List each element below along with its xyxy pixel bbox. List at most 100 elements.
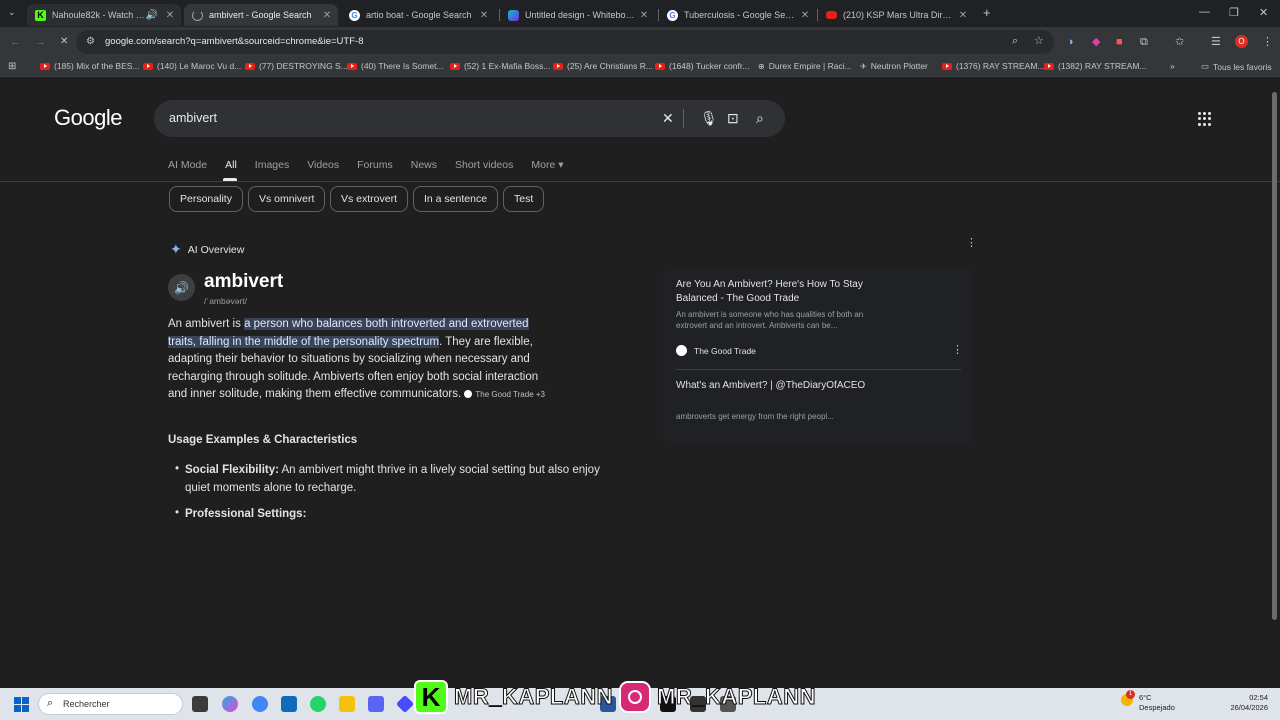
bookmark-item[interactable]: (40) There Is Somet... bbox=[347, 61, 444, 71]
scrollbar-thumb[interactable] bbox=[1272, 92, 1277, 620]
window-close-icon[interactable]: ✕ bbox=[1259, 6, 1268, 19]
new-tab-button[interactable]: + bbox=[983, 5, 991, 20]
bookmark-item[interactable]: (25) Are Christians R... bbox=[553, 61, 653, 71]
tab-artio-boat[interactable]: G artio boat - Google Search ✕ bbox=[341, 4, 495, 26]
close-tab-icon[interactable]: ✕ bbox=[163, 10, 177, 21]
zoom-icon[interactable]: ⌕ bbox=[1012, 34, 1018, 48]
tab-images[interactable]: Images bbox=[255, 159, 289, 171]
source-link[interactable]: The Good Trade +3 bbox=[464, 390, 545, 399]
source-title-link[interactable]: Are You An Ambivert? Here's How To Stay … bbox=[676, 278, 896, 306]
chrome-icon[interactable] bbox=[252, 696, 268, 712]
bookmark-item[interactable]: ⊕ Durex Empire | Raci... bbox=[758, 61, 852, 71]
google-icon: G bbox=[349, 9, 360, 21]
chip-test[interactable]: Test bbox=[503, 186, 545, 212]
tab-news[interactable]: News bbox=[411, 159, 437, 171]
task-view-icon[interactable] bbox=[192, 696, 208, 712]
media-control-icon[interactable]: ☰ bbox=[1211, 35, 1221, 49]
bullet-social-flexibility: Social Flexibility: An ambivert might th… bbox=[185, 464, 600, 494]
speaker-icon[interactable]: 🔊 bbox=[145, 10, 159, 21]
extension-icon[interactable]: ◆ bbox=[1092, 35, 1100, 49]
chip-personality[interactable]: Personality bbox=[169, 186, 243, 212]
google-logo[interactable]: Google bbox=[54, 105, 122, 131]
tab-short-videos[interactable]: Short videos bbox=[455, 159, 513, 171]
chip-vs-extrovert[interactable]: Vs extrovert bbox=[330, 186, 409, 212]
address-bar[interactable]: ⚙ google.com/search?q=ambivert&sourceid=… bbox=[76, 30, 1054, 54]
source-menu-icon[interactable]: ⋮ bbox=[952, 345, 963, 356]
close-tab-icon[interactable]: ✕ bbox=[320, 10, 334, 21]
loading-icon bbox=[192, 9, 203, 21]
bookmark-item[interactable]: (185) Mix of the BES... bbox=[40, 61, 140, 71]
bookmark-item[interactable]: (140) Le Maroc Vu d... bbox=[143, 61, 241, 71]
site-info-icon[interactable]: ⚙ bbox=[86, 35, 95, 49]
forward-icon[interactable]: → bbox=[35, 35, 46, 49]
clear-icon[interactable]: ✕ bbox=[662, 110, 674, 127]
file-explorer-icon[interactable] bbox=[339, 696, 355, 712]
stop-loading-icon[interactable]: ✕ bbox=[60, 35, 68, 49]
weather-widget[interactable]: 1 6°C Despejado bbox=[1121, 690, 1175, 713]
dictionary-word: ambivert bbox=[204, 271, 284, 292]
menu-kebab-icon[interactable]: ⋮ bbox=[1262, 35, 1273, 49]
search-box[interactable]: ambivert ✕ 🎙 ⊡ ⌕ bbox=[154, 100, 785, 137]
tab-kick[interactable]: K Nahoule82k - Watch the V... 🔊 ✕ bbox=[27, 4, 181, 26]
extension-icon[interactable]: ■ bbox=[1116, 35, 1123, 49]
sources-panel: Are You An Ambivert? Here's How To Stay … bbox=[663, 268, 973, 444]
system-clock[interactable]: 02:54 26/04/2026 bbox=[1230, 693, 1268, 713]
bookmark-item[interactable]: (77) DESTROYING S... bbox=[245, 61, 348, 71]
close-tab-icon[interactable]: ✕ bbox=[798, 10, 812, 21]
microphone-icon[interactable]: 🎙 bbox=[700, 110, 718, 127]
bookmarks-overflow-icon[interactable]: » bbox=[1170, 61, 1175, 71]
profile-avatar[interactable]: O bbox=[1235, 35, 1248, 48]
definition-text: An ambivert is a person who balances bot… bbox=[168, 318, 545, 401]
search-input[interactable]: ambivert bbox=[169, 111, 217, 125]
copilot-icon[interactable] bbox=[222, 696, 238, 712]
restore-icon[interactable]: ❐ bbox=[1229, 6, 1239, 19]
tab-whiteboard[interactable]: Untitled design - Whiteboard ✕ bbox=[500, 4, 655, 26]
apps-grid-icon[interactable]: ⊞ bbox=[8, 61, 16, 72]
bookmark-item[interactable]: ✈ Neutron Plotter bbox=[860, 61, 928, 71]
chip-in-a-sentence[interactable]: In a sentence bbox=[413, 186, 499, 212]
lens-icon[interactable]: ⊡ bbox=[727, 110, 739, 127]
tab-all[interactable]: All bbox=[225, 159, 237, 171]
close-tab-icon[interactable]: ✕ bbox=[956, 10, 970, 21]
tab-ai-mode[interactable]: AI Mode bbox=[168, 159, 207, 171]
whatsapp-icon[interactable] bbox=[310, 696, 326, 712]
tab-search-button[interactable]: ⌄ bbox=[8, 7, 16, 18]
canva-icon bbox=[508, 9, 519, 21]
source-site[interactable]: The Good Trade bbox=[676, 345, 756, 356]
nav-divider bbox=[0, 181, 1280, 182]
folder-icon: ▭ bbox=[1201, 61, 1210, 71]
minimize-icon[interactable]: — bbox=[1199, 6, 1210, 18]
kick-icon: K bbox=[35, 9, 46, 21]
tab-ambivert[interactable]: ambivert - Google Search ✕ bbox=[184, 4, 338, 26]
bookmark-item[interactable]: (1382) RAY STREAM... bbox=[1044, 61, 1147, 71]
close-tab-icon[interactable]: ✕ bbox=[637, 10, 651, 21]
source-favicon bbox=[464, 390, 473, 399]
tab-youtube-ksp[interactable]: (210) KSP Mars Ultra Direct: Lu ✕ bbox=[818, 4, 974, 26]
pronunciation-speaker-icon[interactable]: 🔊 bbox=[168, 274, 195, 301]
tab-more[interactable]: More ▾ bbox=[531, 159, 563, 171]
extension-icon[interactable]: ◗ bbox=[1068, 35, 1075, 49]
bookmarks-manager-icon[interactable]: ✩ bbox=[1175, 35, 1184, 49]
tab-forums[interactable]: Forums bbox=[357, 159, 393, 171]
tab-videos[interactable]: Videos bbox=[307, 159, 339, 171]
windows-start-icon[interactable] bbox=[14, 697, 29, 712]
url-text[interactable]: google.com/search?q=ambivert&sourceid=ch… bbox=[105, 36, 363, 47]
back-icon[interactable]: ← bbox=[10, 35, 21, 49]
app-icon[interactable] bbox=[395, 694, 415, 714]
chip-vs-omnivert[interactable]: Vs omnivert bbox=[248, 186, 326, 212]
outlook-icon[interactable] bbox=[281, 696, 297, 712]
google-apps-icon[interactable] bbox=[1198, 112, 1212, 126]
extensions-puzzle-icon[interactable]: ⧉ bbox=[1140, 35, 1148, 49]
source-title-link[interactable]: What's an Ambivert? | @TheDiaryOfACEO bbox=[676, 379, 896, 393]
bookmark-item[interactable]: (1376) RAY STREAM... bbox=[942, 61, 1045, 71]
bookmark-item[interactable]: (52) 1 Ex-Mafia Boss... bbox=[450, 61, 550, 71]
bookmark-item[interactable]: (1648) Tucker confr... bbox=[655, 61, 749, 71]
ai-overview-menu-icon[interactable]: ⋮ bbox=[966, 238, 977, 249]
discord-icon[interactable] bbox=[368, 696, 384, 712]
taskbar-search[interactable]: ⌕ Rechercher bbox=[38, 693, 183, 715]
all-bookmarks-folder[interactable]: ▭ Tous les favoris bbox=[1201, 61, 1272, 72]
search-icon[interactable]: ⌕ bbox=[756, 110, 764, 127]
close-tab-icon[interactable]: ✕ bbox=[477, 10, 491, 21]
bookmark-star-icon[interactable]: ☆ bbox=[1034, 34, 1044, 48]
tab-tuberculosis[interactable]: G Tuberculosis - Google Search ✕ bbox=[659, 4, 816, 26]
